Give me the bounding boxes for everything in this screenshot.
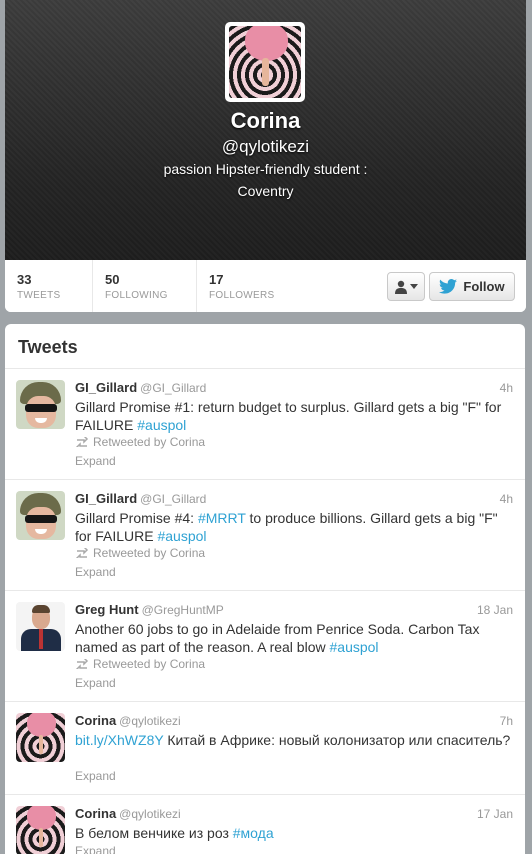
follow-button-label: Follow [463, 279, 505, 294]
tweet-author-name[interactable]: GI_Gillard [75, 491, 137, 506]
hashtag-link[interactable]: #auspol [157, 528, 206, 544]
expand-link[interactable]: Expand [75, 676, 116, 690]
stat-following-count: 50 [105, 272, 120, 287]
tweet-author-name[interactable]: Corina [75, 806, 116, 821]
tweet-text-part: Another 60 jobs to go in Adelaide from P… [75, 621, 480, 655]
retweet-icon [75, 548, 89, 558]
twitter-bird-icon [439, 279, 458, 294]
expand-link[interactable]: Expand [75, 565, 116, 579]
profile-card: Corina @qylotikezi passion Hipster-frien… [5, 0, 526, 312]
tweet-item[interactable]: GI_Gillard @GI_Gillard 4h Gillard Promise… [5, 480, 525, 591]
tweet-item[interactable]: GI_Gillard @GI_Gillard 4h Gillard Promise… [5, 369, 525, 480]
tweet-text: Another 60 jobs to go in Adelaide from P… [75, 620, 515, 656]
tweet-text-part: Китай в Африке: новый колонизатор или сп… [163, 732, 511, 748]
stat-tweets-label: TWEETS [17, 290, 61, 301]
retweet-icon [75, 659, 89, 669]
retweet-label: Retweeted by Corina [93, 435, 206, 449]
url-link[interactable]: bit.ly/XhWZ8Y [75, 732, 163, 748]
tweet-text: В белом венчике из роз #мода [75, 824, 515, 842]
tweet-avatar[interactable] [16, 602, 65, 651]
stat-followers-label: FOLLOWERS [209, 290, 275, 301]
tweet-avatar[interactable] [16, 806, 65, 854]
tweet-author-handle[interactable]: @GI_Gillard [140, 492, 206, 506]
tweet-text: bit.ly/XhWZ8Y Китай в Африке: новый коло… [75, 731, 515, 749]
profile-header: Corina @qylotikezi passion Hipster-frien… [5, 0, 526, 260]
tweet-author-handle[interactable]: @qylotikezi [119, 807, 181, 821]
tweet-item[interactable]: Corina @qylotikezi 7h bit.ly/XhWZ8Y Китай… [5, 702, 525, 795]
profile-stats: 33 TWEETS 50 FOLLOWING 17 FOLLOWERS Foll… [5, 260, 526, 312]
follow-button[interactable]: Follow [429, 272, 515, 301]
chevron-down-icon [410, 283, 418, 289]
user-actions-button[interactable] [387, 272, 425, 301]
retweet-indicator: Retweeted by Corina [75, 546, 205, 560]
tweet-text-part: В белом венчике из роз [75, 825, 233, 841]
tweet-item[interactable]: Corina @qylotikezi 17 Jan В белом венчике… [5, 795, 525, 854]
tweet-timestamp[interactable]: 7h [500, 714, 513, 728]
profile-name: Corina [230, 108, 301, 133]
retweet-icon [75, 437, 89, 447]
hashtag-link[interactable]: #MRRT [198, 510, 246, 526]
tweet-author-name[interactable]: Corina [75, 713, 116, 728]
tweet-author-handle[interactable]: @GregHuntMP [142, 603, 224, 617]
stat-tweets-count: 33 [17, 272, 32, 287]
tweets-heading: Tweets [5, 324, 525, 369]
tweet-author-handle[interactable]: @qylotikezi [119, 714, 181, 728]
expand-link[interactable]: Expand [75, 769, 116, 783]
tweet-text: Gillard Promise #4: #MRRT to produce bil… [75, 509, 515, 545]
tweet-author-name[interactable]: Greg Hunt [75, 602, 139, 617]
tweet-avatar[interactable] [16, 491, 65, 540]
tweet-timestamp[interactable]: 4h [500, 381, 513, 395]
tweet-author-handle[interactable]: @GI_Gillard [140, 381, 206, 395]
tweet-timestamp[interactable]: 4h [500, 492, 513, 506]
tweet-item[interactable]: Greg Hunt @GregHuntMP 18 Jan Another 60 j… [5, 591, 525, 702]
expand-link[interactable]: Expand [75, 844, 116, 854]
retweet-label: Retweeted by Corina [93, 546, 206, 560]
stat-following-label: FOLLOWING [105, 290, 168, 301]
tweet-avatar[interactable] [16, 380, 65, 429]
tweet-timestamp[interactable]: 17 Jan [477, 807, 513, 821]
tweet-author-name[interactable]: GI_Gillard [75, 380, 137, 395]
retweet-indicator: Retweeted by Corina [75, 657, 205, 671]
hashtag-link[interactable]: #auspol [330, 639, 379, 655]
stat-following[interactable]: 50 FOLLOWING [92, 260, 196, 312]
retweet-label: Retweeted by Corina [93, 657, 206, 671]
hashtag-link[interactable]: #auspol [137, 417, 186, 433]
stat-tweets[interactable]: 33 TWEETS [5, 260, 92, 312]
retweet-indicator: Retweeted by Corina [75, 435, 205, 449]
person-icon [395, 280, 407, 294]
tweet-text-part: Gillard Promise #4: [75, 510, 198, 526]
tweet-timestamp[interactable]: 18 Jan [477, 603, 513, 617]
tweets-card: Tweets GI_Gillard @GI_Gillard 4h Gillard … [5, 324, 525, 854]
profile-bio: passion Hipster-friendly student : [163, 161, 368, 177]
profile-location: Coventry [237, 183, 294, 199]
hashtag-link[interactable]: #мода [233, 825, 274, 841]
expand-link[interactable]: Expand [75, 454, 116, 468]
profile-screen-name: @qylotikezi [221, 137, 310, 156]
tweet-text: Gillard Promise #1: return budget to sur… [75, 398, 515, 434]
profile-avatar[interactable] [225, 22, 305, 102]
stat-followers-count: 17 [209, 272, 224, 287]
tweet-avatar[interactable] [16, 713, 65, 762]
stat-followers[interactable]: 17 FOLLOWERS [196, 260, 306, 312]
